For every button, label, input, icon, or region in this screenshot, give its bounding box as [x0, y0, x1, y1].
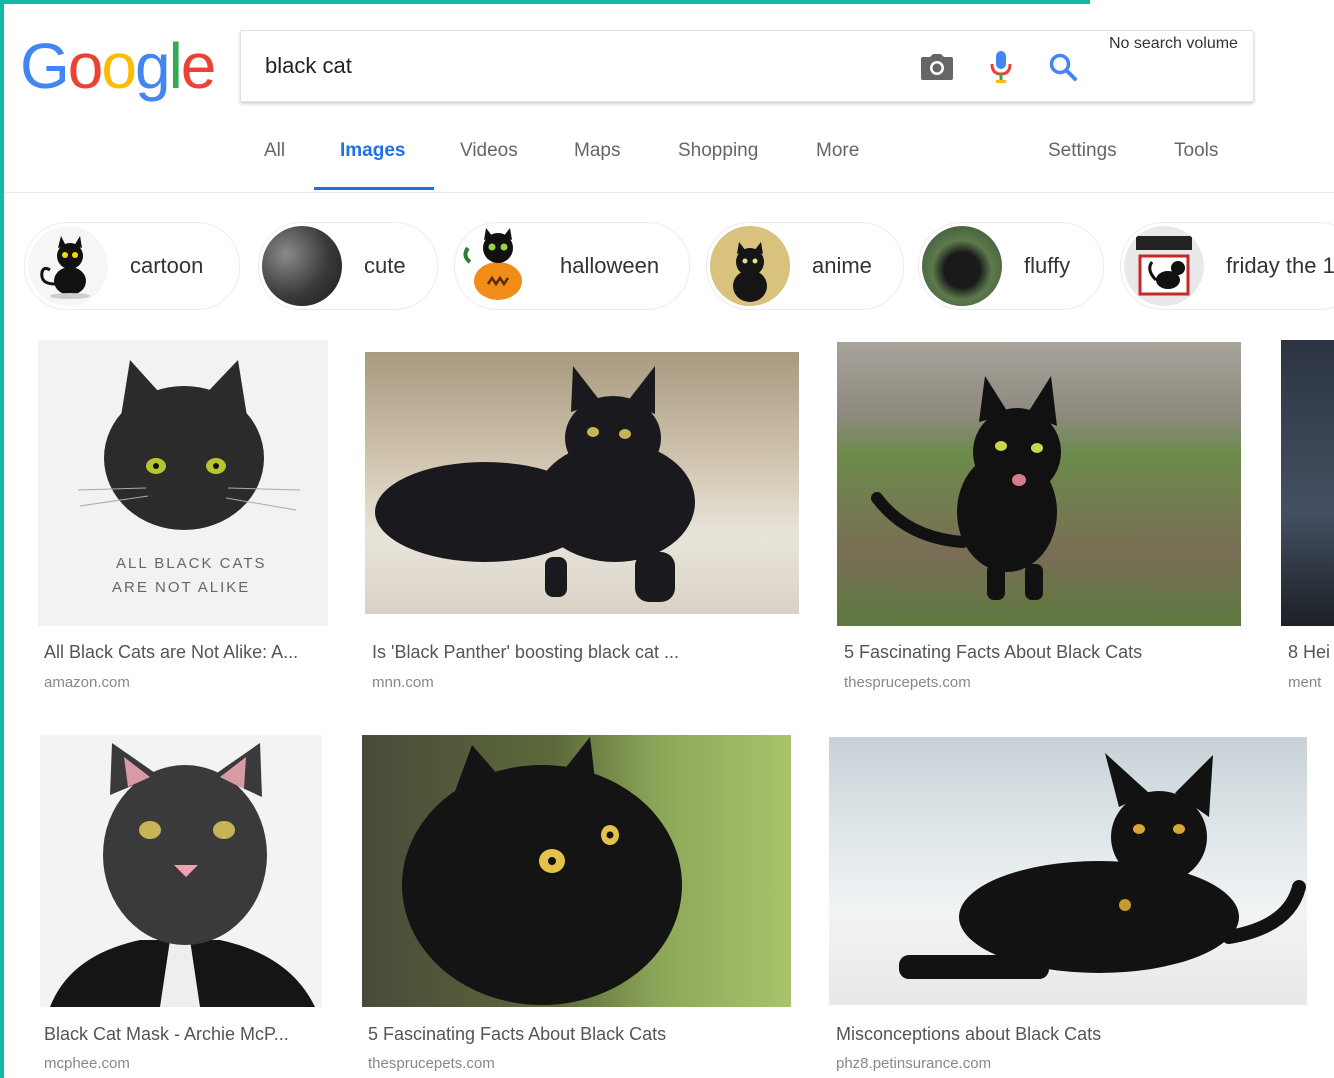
result-source: mnn.com: [372, 674, 434, 691]
result-image[interactable]: [40, 735, 322, 1007]
chip-thumbnail: [710, 226, 790, 306]
search-input[interactable]: [265, 49, 885, 83]
google-logo[interactable]: Google: [20, 30, 217, 102]
logo-letter: G: [20, 30, 70, 102]
image-text-line: ARE NOT ALIKE: [112, 579, 250, 596]
active-tab-indicator: [314, 187, 434, 190]
image-text-line: ALL BLACK CATS: [116, 555, 267, 572]
tab-videos[interactable]: Videos: [460, 140, 518, 162]
result-source: thesprucepets.com: [368, 1055, 495, 1072]
tab-all[interactable]: All: [264, 140, 285, 162]
result-source: mcphee.com: [44, 1055, 130, 1072]
result-image[interactable]: [837, 342, 1241, 626]
chip-friday-the-13th[interactable]: friday the 1: [1120, 222, 1334, 310]
logo-letter: o: [67, 30, 104, 102]
chip-thumbnail: [458, 226, 538, 306]
microphone-icon[interactable]: [983, 49, 1019, 85]
result-image[interactable]: [1281, 340, 1334, 626]
result-caption[interactable]: Misconceptions about Black Cats: [836, 1024, 1306, 1045]
result-caption[interactable]: 5 Fascinating Facts About Black Cats: [844, 642, 1244, 663]
result-caption[interactable]: Is 'Black Panther' boosting black cat ..…: [372, 642, 792, 663]
result-source: phz8.petinsurance.com: [836, 1055, 992, 1072]
logo-letter: e: [180, 30, 217, 102]
tab-images[interactable]: Images: [340, 140, 405, 162]
tab-shopping[interactable]: Shopping: [678, 140, 758, 162]
result-image[interactable]: ALL BLACK CATS ARE NOT ALIKE: [38, 340, 328, 626]
chip-label: anime: [812, 253, 872, 278]
chip-label: friday the 1: [1226, 253, 1334, 278]
logo-letter: l: [168, 30, 183, 102]
camera-icon[interactable]: [919, 49, 955, 85]
tab-more[interactable]: More: [816, 140, 859, 162]
chip-cute[interactable]: cute: [258, 222, 438, 310]
chip-thumbnail: [28, 226, 108, 306]
search-tabs: All Images Videos Maps Shopping More Set…: [0, 140, 1334, 190]
result-source: thesprucepets.com: [844, 674, 971, 691]
result-caption[interactable]: 8 Hei: [1288, 642, 1334, 663]
chip-fluffy[interactable]: fluffy: [918, 222, 1104, 310]
search-box: No search volume: [240, 30, 1254, 102]
result-image[interactable]: [829, 737, 1307, 1005]
settings-link[interactable]: Settings: [1048, 140, 1117, 162]
result-source: amazon.com: [44, 674, 130, 691]
chip-thumbnail: [262, 226, 342, 306]
result-source: ment: [1288, 674, 1322, 691]
chip-anime[interactable]: anime: [706, 222, 904, 310]
logo-letter: g: [134, 30, 171, 102]
chip-halloween[interactable]: halloween: [454, 222, 690, 310]
result-image[interactable]: [365, 352, 799, 614]
divider: [4, 192, 1334, 193]
result-caption[interactable]: Black Cat Mask - Archie McP...: [44, 1024, 326, 1045]
search-icon[interactable]: [1045, 49, 1081, 85]
chip-label: fluffy: [1024, 253, 1071, 278]
chip-cartoon[interactable]: cartoon: [24, 222, 240, 310]
chip-label: cute: [364, 253, 406, 278]
chip-thumbnail: [1124, 226, 1204, 306]
result-caption[interactable]: All Black Cats are Not Alike: A...: [44, 642, 328, 663]
result-image[interactable]: [362, 735, 791, 1007]
chip-thumbnail: [922, 226, 1002, 306]
related-searches: cartoon cute halloween anime fluffy frid…: [0, 222, 1334, 310]
chip-label: cartoon: [130, 253, 204, 278]
tab-maps[interactable]: Maps: [574, 140, 620, 162]
accent-border-top: [0, 0, 1090, 4]
search-volume-note: No search volume: [1109, 35, 1238, 52]
tools-link[interactable]: Tools: [1174, 140, 1218, 162]
logo-letter: o: [101, 30, 137, 102]
chip-label: halloween: [560, 253, 660, 278]
result-caption[interactable]: 5 Fascinating Facts About Black Cats: [368, 1024, 790, 1045]
